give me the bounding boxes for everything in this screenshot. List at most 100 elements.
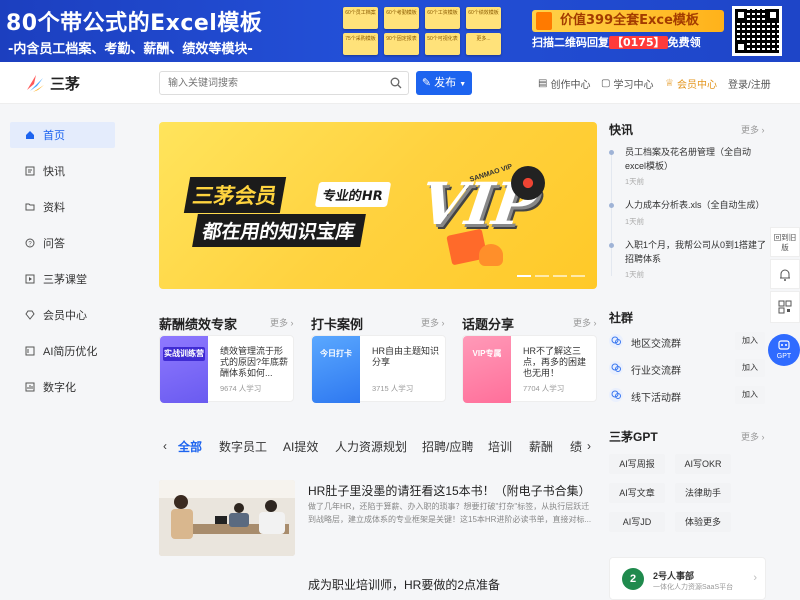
promo-headline: 价值399全套Exce模板 — [532, 10, 724, 32]
qr-code-icon — [778, 300, 792, 314]
top-ad-banner[interactable]: 80个带公式的Excel模板 -内含员工档案、考勤、薪酬、绩效等模块- 60个员… — [0, 0, 800, 62]
gpt-more-button[interactable]: 体验更多 — [675, 512, 731, 532]
article-title[interactable]: HR肚子里没墨的请狂看这15本书！（附电子书合集） — [308, 482, 591, 499]
mini-card: 75个采购模板 — [343, 33, 378, 55]
sidebar-item-label: 快讯 — [43, 166, 65, 178]
caret-down-icon: ▼ — [459, 81, 467, 88]
back-to-old-version-button[interactable]: 回到旧版 — [770, 227, 800, 257]
qr-code-button[interactable] — [770, 291, 800, 323]
carousel-dot[interactable] — [517, 275, 531, 277]
mini-card: 60个绩效模板 — [466, 7, 501, 29]
group-name: 行业交流群 — [631, 366, 681, 377]
news-title: 人力成本分析表.xls（全自动生成） — [625, 200, 765, 210]
course-card-checkin[interactable]: 今日打卡 HR自由主题知识分享 3715 人学习 — [311, 335, 446, 403]
gpt-jd-button[interactable]: AI写JD — [609, 512, 665, 532]
community-section-title: 社群 — [609, 311, 634, 325]
tabs-next-arrow[interactable]: › — [587, 439, 591, 453]
chat-group-icon — [609, 334, 623, 348]
tab-digital-staff[interactable]: 数字员工 — [219, 438, 267, 455]
promo-post: 免费领 — [667, 36, 701, 49]
carousel-dot[interactable] — [553, 275, 567, 277]
vip-crown-icon: ♕ — [665, 78, 674, 89]
card-learners: 7704 人学习 — [523, 384, 565, 393]
question-icon: ? — [25, 238, 35, 248]
hero-carousel[interactable]: 三茅会员 专业的HR 都在用的知识宝库 SANMAO VIP VIP — [159, 122, 597, 289]
search-input[interactable] — [160, 72, 380, 94]
section-more-salary[interactable]: 更多 › — [270, 316, 294, 329]
tab-training[interactable]: 培训 — [488, 438, 512, 455]
section-more-checkin[interactable]: 更多 › — [421, 316, 445, 329]
sidebar-item-member-center[interactable]: 会员中心 — [10, 302, 115, 328]
join-group-button[interactable]: 加入 — [735, 359, 765, 377]
tab-hr-planning[interactable]: 人力资源规划 — [335, 438, 407, 455]
course-card-topics[interactable]: VIP专属 HR不了解这三点，再多的困建也无用！ 7704 人学习 — [462, 335, 597, 403]
nav-member-center[interactable]: ♕ 会员中心 — [665, 76, 717, 91]
card-thumb-label: VIP专属 — [472, 349, 502, 358]
join-group-button[interactable]: 加入 — [735, 386, 765, 404]
news-item[interactable]: 入职1个月，我帮公司从0到1搭建了招聘体系 1天前 — [609, 239, 769, 281]
gpt-okr-button[interactable]: AI写OKR — [675, 454, 731, 474]
news-item[interactable]: 员工档案及花名册管理（全自动excel模板） 1天前 — [609, 146, 769, 188]
sidebar-item-label: 资料 — [43, 202, 65, 214]
card-learners: 9674 人学习 — [220, 384, 262, 393]
mini-card: 60个员工档案 — [343, 7, 378, 29]
course-card-salary[interactable]: 实战训练营 绩效管理流于形式的原因?年底薪酬体系如何... 9674 人学习 — [159, 335, 294, 403]
category-tabs: ‹ 全部 数字员工 AI提效 人力资源规划 招聘/应聘 培训 薪酬 绩 › — [159, 435, 597, 457]
carousel-dot[interactable] — [535, 275, 549, 277]
sidebar-item-digital[interactable]: 数字化 — [10, 374, 115, 400]
article-title[interactable]: 成为职业培训师，HR要做的2点准备 — [308, 576, 500, 593]
mini-card: 60个工资模板 — [425, 7, 460, 29]
tab-performance[interactable]: 绩 — [570, 438, 582, 455]
edit-icon: ✎ — [421, 77, 432, 89]
sidebar-item-ai-resume[interactable]: AI简历优化 — [10, 338, 115, 364]
mini-card: 90个固定报表 — [384, 33, 419, 55]
ad-logo: 2 — [622, 568, 644, 590]
site-logo[interactable]: 三茅 — [24, 72, 80, 94]
nav-learning-center[interactable]: ▢ 学习中心 — [601, 76, 653, 91]
join-group-button[interactable]: 加入 — [735, 332, 765, 350]
gpt-assistant-button[interactable]: GPT — [768, 334, 800, 366]
nav-creator-center[interactable]: ▤ 创作中心 — [538, 76, 590, 91]
tab-salary[interactable]: 薪酬 — [529, 438, 553, 455]
resume-icon — [25, 346, 35, 356]
card-thumbnail: 今日打卡 — [312, 336, 360, 403]
news-title: 员工档案及花名册管理（全自动excel模板） — [625, 147, 752, 171]
section-more-topics[interactable]: 更多 › — [573, 316, 597, 329]
gift-bag-icon — [479, 244, 503, 266]
sidebar-item-home[interactable]: 首页 — [10, 122, 115, 148]
hero-line-2: 专业的HR — [314, 182, 392, 207]
sidebar-item-qa[interactable]: ? 问答 — [10, 230, 115, 256]
sidebar-item-classroom[interactable]: 三茅课堂 — [10, 266, 115, 292]
tabs-prev-arrow[interactable]: ‹ — [163, 439, 167, 453]
sidebar-item-news[interactable]: 快讯 — [10, 158, 115, 184]
login-register-link[interactable]: 登录/注册 — [728, 76, 771, 91]
promo-code: 【0175】 — [609, 36, 668, 49]
gpt-legal-assistant-button[interactable]: 法律助手 — [675, 483, 731, 503]
carousel-dot[interactable] — [571, 275, 585, 277]
site-header: 三茅 ✎ 发布 ▼ ▤ 创作中心 ▢ 学习中心 ♕ 会员中心 登录/注册 — [0, 62, 800, 104]
news-more-link[interactable]: 更多 › — [741, 123, 765, 136]
timeline-dot — [609, 203, 614, 208]
tab-recruitment[interactable]: 招聘/应聘 — [422, 438, 473, 455]
tab-ai-efficiency[interactable]: AI提效 — [283, 438, 318, 455]
back-old-label: 回到旧版 — [773, 233, 797, 252]
news-item[interactable]: 人力成本分析表.xls（全自动生成） 1天前 — [609, 199, 769, 227]
mini-card: 60个考勤模板 — [384, 7, 419, 29]
group-row: 行业交流群 加入 — [609, 359, 765, 379]
article-thumbnail[interactable] — [159, 480, 295, 556]
promo-pre: 扫描二维码回复 — [532, 36, 609, 49]
publish-button[interactable]: ✎ 发布 ▼ — [416, 71, 472, 95]
gpt-more-link[interactable]: 更多 › — [741, 430, 765, 443]
sidebar-item-label: AI简历优化 — [43, 346, 98, 358]
search-icon[interactable] — [390, 77, 402, 89]
sidebar-item-resources[interactable]: 资料 — [10, 194, 115, 220]
gpt-article-button[interactable]: AI写文章 — [609, 483, 665, 503]
mini-card: 50个可视化表 — [425, 33, 460, 55]
tab-all[interactable]: 全部 — [178, 438, 202, 455]
hero-line-1: 三茅会员 — [183, 177, 287, 213]
notification-button[interactable] — [770, 259, 800, 289]
gpt-weekly-report-button[interactable]: AI写周报 — [609, 454, 665, 474]
banner-subtitle: -内含员工档案、考勤、薪酬、绩效等模块- — [8, 42, 253, 57]
saas-ad-card[interactable]: 2 2号人事部 一体化人力资源SaaS平台 › — [609, 557, 766, 600]
nav-label: 学习中心 — [613, 80, 654, 91]
